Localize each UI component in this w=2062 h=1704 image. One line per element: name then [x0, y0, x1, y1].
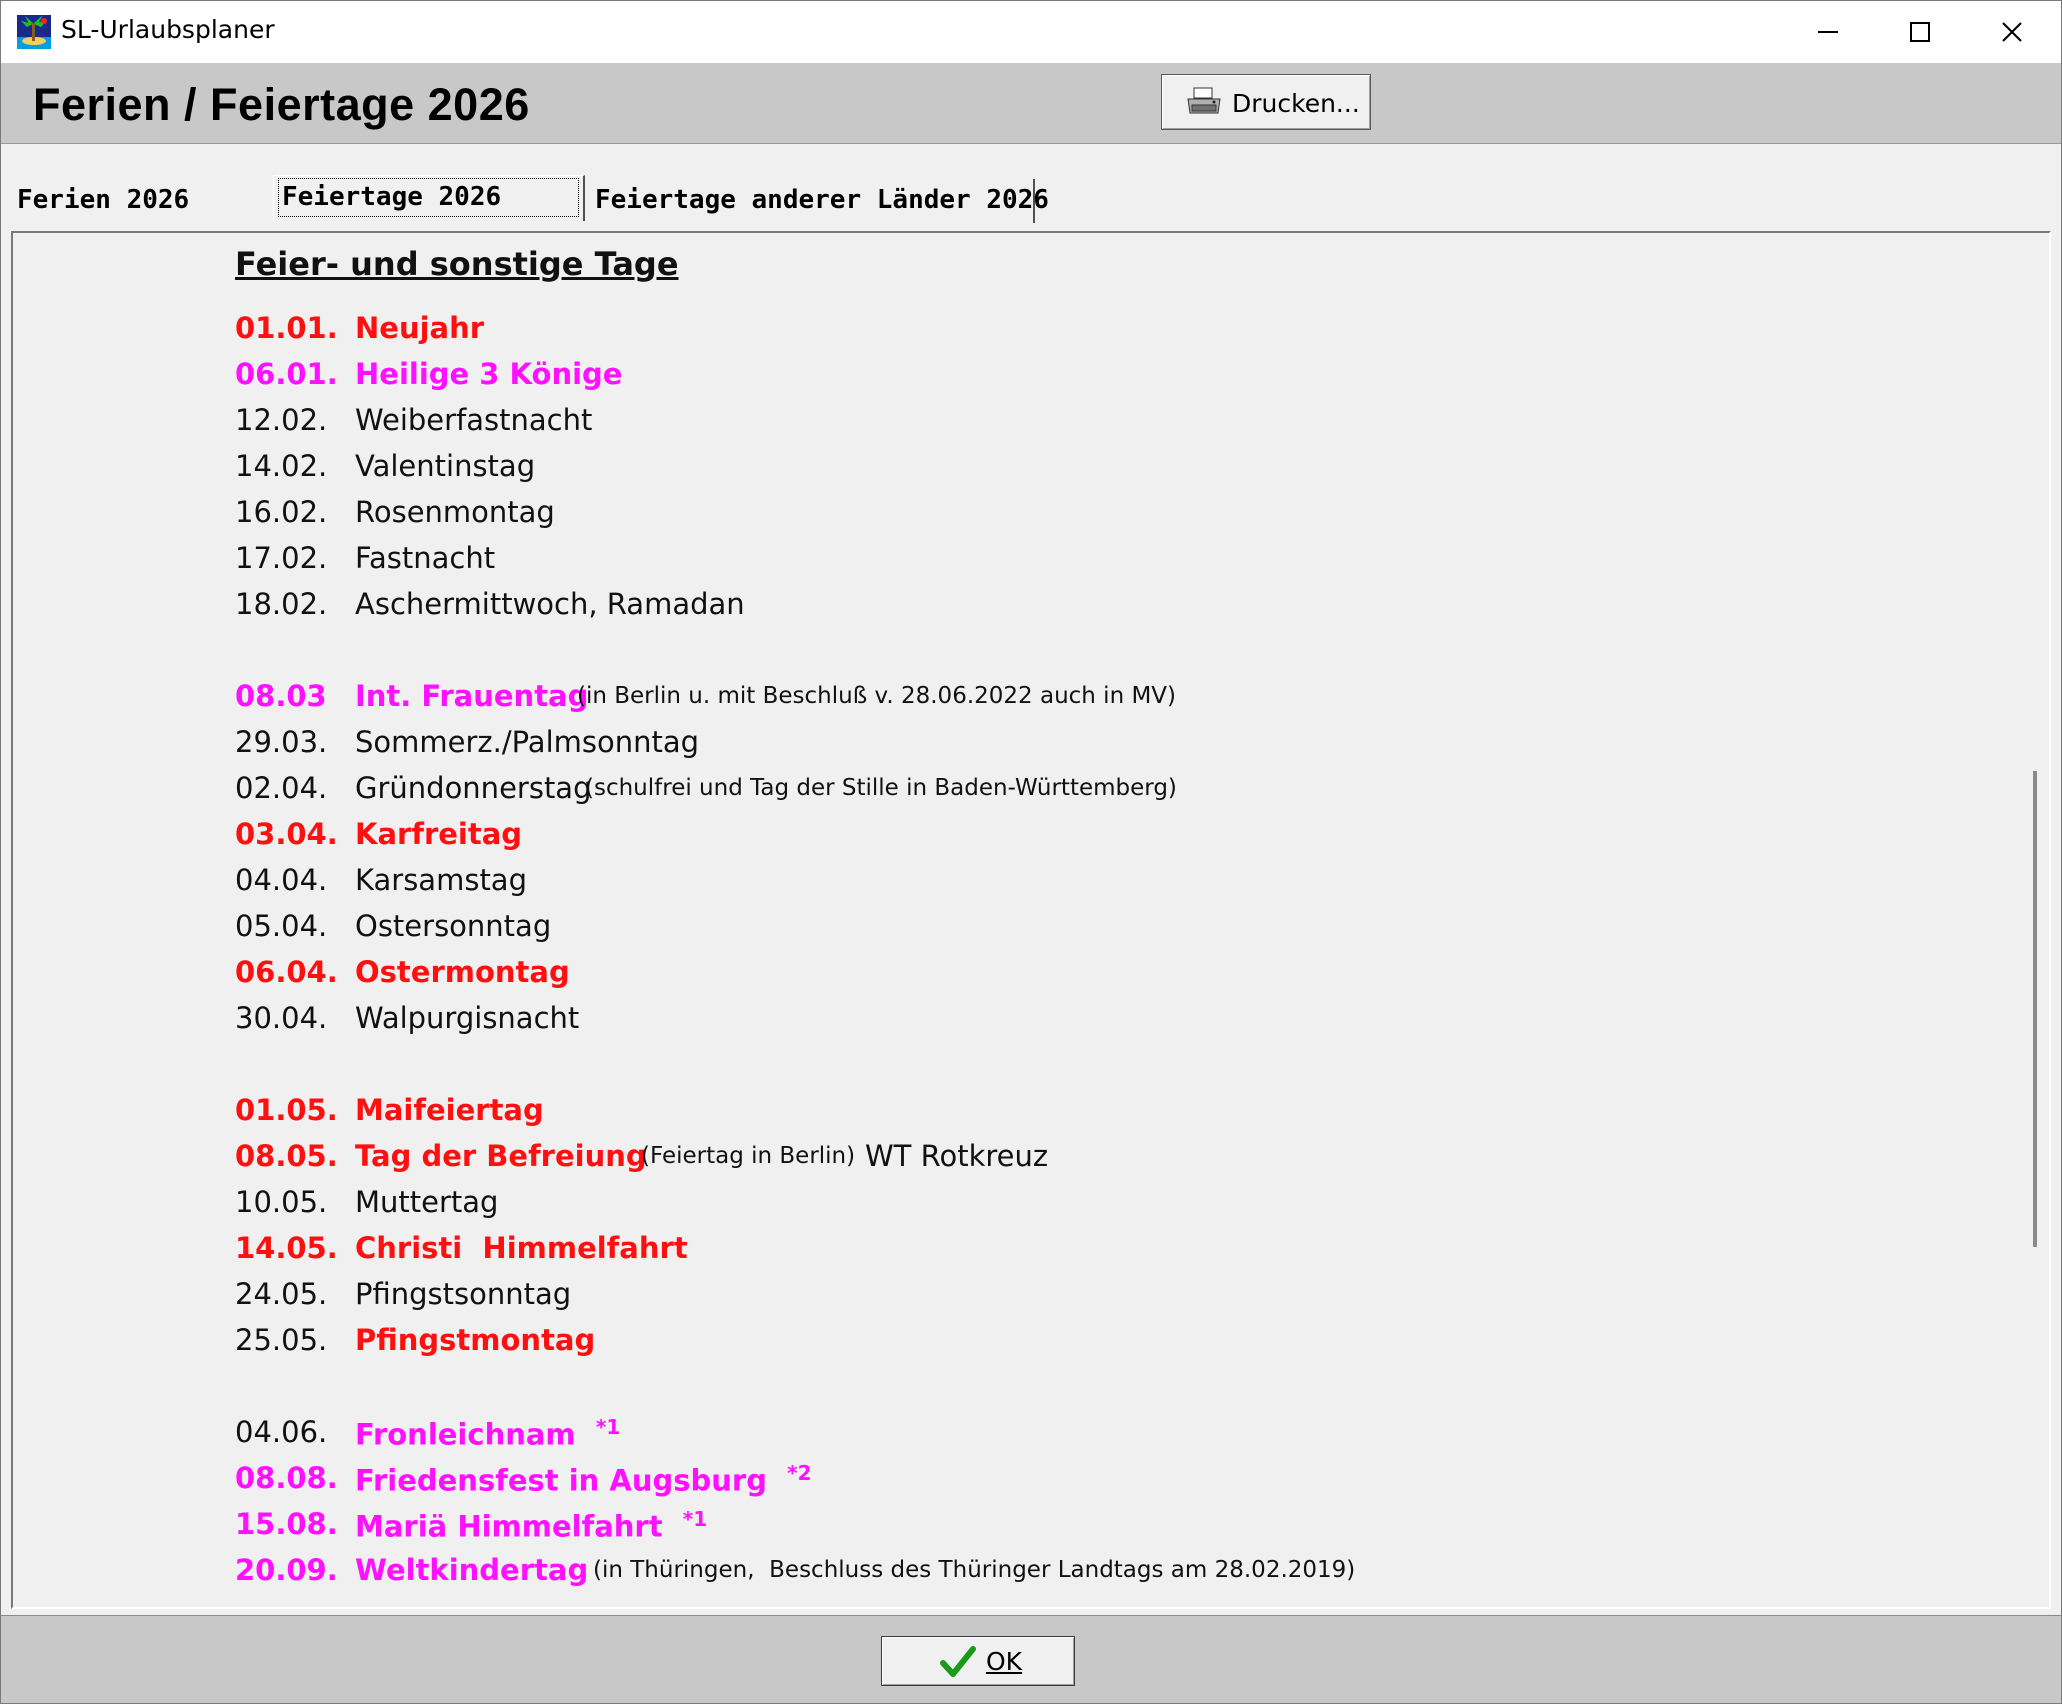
- entry-name-text: Mariä Himmelfahrt: [355, 1509, 663, 1544]
- entry-name: Pfingstmontag: [355, 1323, 596, 1357]
- entry-date: 05.04.: [235, 909, 328, 943]
- entry-name: Ostermontag: [355, 955, 570, 989]
- entry-date: 04.04.: [235, 863, 328, 897]
- entry-name: Sommerz./Palmsonntag: [355, 725, 700, 759]
- entry-name: Ostersonntag: [355, 909, 552, 943]
- entry-note: (in Berlin u. mit Beschluß v. 28.06.2022…: [577, 683, 1177, 709]
- entry-marker: *1: [595, 1415, 621, 1439]
- entry-date: 10.05.: [235, 1185, 328, 1219]
- ok-button[interactable]: OK: [881, 1636, 1075, 1686]
- holiday-list-pane[interactable]: Feier- und sonstige Tage 01.01. Neujahr …: [11, 231, 2051, 1609]
- scrollbar-thumb[interactable]: [2033, 771, 2037, 1247]
- entry-name-text: Fronleichnam: [355, 1417, 576, 1452]
- entry-note: (in Thüringen, Beschluss des Thüringer L…: [593, 1557, 1356, 1583]
- entry-date: 20.09.: [235, 1553, 338, 1587]
- entry-date: 06.01.: [235, 357, 338, 391]
- entry-date: 16.02.: [235, 495, 328, 529]
- entry-note: (schulfrei und Tag der Stille in Baden-W…: [585, 775, 1177, 801]
- printer-icon: [1187, 87, 1221, 114]
- entry-date: 25.05.: [235, 1323, 328, 1357]
- tab-strip: Ferien 2026 Feiertage 2026 Feiertage and…: [1, 175, 2061, 223]
- checkmark-icon: [940, 1646, 976, 1677]
- minimize-button[interactable]: [1783, 1, 1873, 63]
- tab-feiertage[interactable]: Feiertage 2026: [273, 175, 585, 221]
- tab-anderer-laender-label: Feiertage anderer Länder 2026: [595, 185, 1049, 215]
- entry-date: 08.08.: [235, 1461, 338, 1495]
- entry-name: Walpurgisnacht: [355, 1001, 580, 1035]
- entry-date: 15.08.: [235, 1507, 338, 1541]
- entry-date: 08.05.: [235, 1139, 338, 1173]
- footer-band: OK: [1, 1615, 2061, 1703]
- maximize-button[interactable]: [1875, 1, 1965, 63]
- ok-button-label: OK: [986, 1647, 1023, 1676]
- app-window: SL-Urlaubsplaner Ferien / Feiertage 2026…: [0, 0, 2062, 1704]
- entry-date: 08.03: [235, 679, 327, 713]
- entry-marker: *1: [682, 1507, 708, 1531]
- entry-date: 02.04.: [235, 771, 328, 805]
- entry-date: 17.02.: [235, 541, 328, 575]
- entry-date: 12.02.: [235, 403, 328, 437]
- maximize-icon: [1910, 22, 1930, 42]
- entry-name: Int. Frauentag: [355, 679, 589, 713]
- entry-date: 29.03.: [235, 725, 328, 759]
- entry-name: Mariä Himmelfahrt *1: [355, 1507, 707, 1544]
- entry-date: 14.02.: [235, 449, 328, 483]
- entry-date: 04.06.: [235, 1415, 328, 1449]
- entry-marker: *2: [787, 1461, 812, 1485]
- entry-name: Rosenmontag: [355, 495, 555, 529]
- entry-name: Karsamstag: [355, 863, 527, 897]
- title-bar[interactable]: SL-Urlaubsplaner: [1, 1, 2061, 63]
- print-button[interactable]: Drucken...: [1161, 74, 1371, 130]
- close-button[interactable]: [1967, 1, 2057, 63]
- entry-name: Karfreitag: [355, 817, 523, 851]
- palm-island-icon: [17, 15, 51, 49]
- header-band: Ferien / Feiertage 2026 Drucken...: [1, 63, 2061, 144]
- entry-date: 03.04.: [235, 817, 338, 851]
- entry-name: Valentinstag: [355, 449, 536, 483]
- entry-name: Tag der Befreiung: [355, 1139, 647, 1173]
- entry-name: Pfingstsonntag: [355, 1277, 572, 1311]
- entry-name-text: Friedensfest in Augsburg: [355, 1463, 767, 1498]
- entry-date: 30.04.: [235, 1001, 328, 1035]
- entry-name: Neujahr: [355, 311, 485, 345]
- entry-name: Weiberfastnacht: [355, 403, 593, 437]
- entry-date: 06.04.: [235, 955, 338, 989]
- tab-ferien-label: Ferien 2026: [17, 185, 190, 215]
- entry-date: 18.02.: [235, 587, 328, 621]
- entry-name: Christi Himmelfahrt: [355, 1231, 688, 1265]
- entry-name: Muttertag: [355, 1185, 499, 1219]
- content-heading: Feier- und sonstige Tage: [235, 245, 679, 283]
- close-icon: [2002, 22, 2022, 42]
- window-title: SL-Urlaubsplaner: [61, 15, 275, 44]
- page-title: Ferien / Feiertage 2026: [33, 79, 530, 130]
- entry-date: 14.05.: [235, 1231, 338, 1265]
- entry-name: Maifeiertag: [355, 1093, 544, 1127]
- print-button-label: Drucken...: [1232, 89, 1360, 118]
- tab-ferien[interactable]: Ferien 2026: [9, 179, 273, 223]
- entry-date: 01.05.: [235, 1093, 338, 1127]
- entry-name: Aschermittwoch, Ramadan: [355, 587, 745, 621]
- entry-name: Friedensfest in Augsburg *2: [355, 1461, 812, 1498]
- tab-feiertage-label: Feiertage 2026: [282, 182, 502, 212]
- minimize-icon: [1818, 31, 1838, 33]
- entry-name: Gründonnerstag: [355, 771, 592, 805]
- entry-name: Fronleichnam *1: [355, 1415, 620, 1452]
- entry-name: Weltkindertag: [355, 1553, 589, 1587]
- entry-date: 01.01.: [235, 311, 338, 345]
- tab-feiertage-anderer-laender[interactable]: Feiertage anderer Länder 2026: [587, 179, 1049, 223]
- entry-name: Fastnacht: [355, 541, 496, 575]
- entry-extra: WT Rotkreuz: [865, 1139, 1049, 1173]
- entry-note: (Feiertag in Berlin): [641, 1143, 856, 1169]
- entry-date: 24.05.: [235, 1277, 328, 1311]
- entry-name: Heilige 3 Könige: [355, 357, 623, 391]
